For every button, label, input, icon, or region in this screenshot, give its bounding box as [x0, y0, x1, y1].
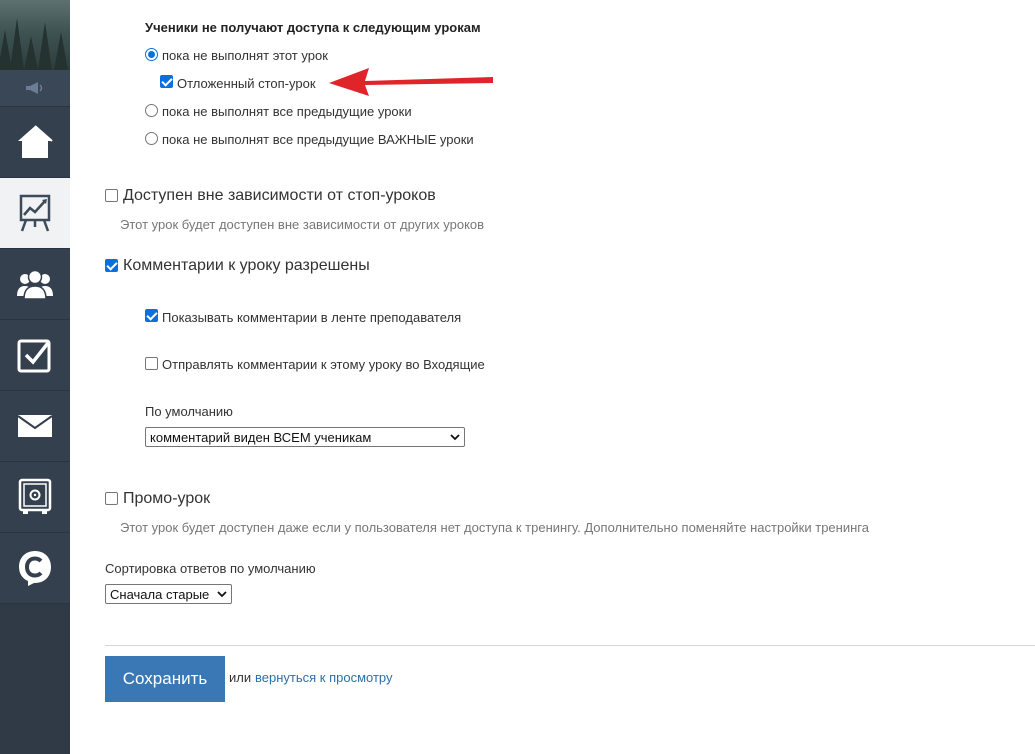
show-in-feed-checkbox[interactable]: [145, 309, 158, 322]
sorting-select[interactable]: Сначала старые: [105, 584, 232, 604]
show-in-feed-label: Показывать комментарии в ленте преподава…: [162, 310, 462, 325]
independent-hint: Этот урок будет доступен вне зависимости…: [120, 217, 485, 232]
access-heading: Ученики не получают доступа к следующим …: [145, 20, 481, 35]
envelope-icon: [17, 415, 53, 437]
sidebar-item-trainings[interactable]: [0, 178, 70, 249]
sidebar-item-users[interactable]: [0, 249, 70, 320]
radio-until-this-lesson-label: пока не выполнят этот урок: [162, 48, 328, 63]
comments-visibility-value: комментарий виден ВСЕМ ученикам: [150, 429, 372, 445]
sidebar-empty-area: [0, 604, 70, 754]
comments-allowed-label: Комментарии к уроку разрешены: [123, 257, 370, 274]
or-text: или: [229, 670, 252, 685]
radio-until-all-important-label: пока не выполнят все предыдущие ВАЖНЫЕ у…: [162, 132, 474, 147]
chat-logo-icon: [19, 551, 51, 586]
comments-allowed-checkbox[interactable]: [105, 259, 118, 272]
users-icon: [17, 269, 53, 300]
sidebar: [0, 0, 70, 754]
sidebar-item-tasks[interactable]: [0, 320, 70, 391]
radio-until-all-previous[interactable]: [145, 104, 158, 117]
sorting-label: Сортировка ответов по умолчанию: [105, 561, 316, 576]
sidebar-item-safe[interactable]: [0, 462, 70, 533]
promo-checkbox[interactable]: [105, 492, 118, 505]
radio-until-this-lesson[interactable]: [145, 48, 158, 61]
promo-label: Промо-урок: [123, 490, 211, 507]
radio-until-all-important[interactable]: [145, 132, 158, 145]
home-icon: [18, 125, 53, 158]
delayed-stop-checkbox[interactable]: [160, 75, 173, 88]
sidebar-item-messages[interactable]: [0, 391, 70, 462]
annotation-arrow: [329, 68, 493, 96]
send-to-inbox-label: Отправлять комментарии к этому уроку во …: [162, 357, 485, 372]
independent-checkbox[interactable]: [105, 189, 118, 202]
promo-hint: Этот урок будет доступен даже если у пол…: [120, 520, 869, 535]
back-to-view-link[interactable]: вернуться к просмотру: [255, 670, 393, 685]
announcements-toggle[interactable]: [0, 70, 70, 107]
checkbox-icon: [17, 339, 51, 373]
save-button[interactable]: Сохранить: [105, 656, 225, 702]
safe-icon: [18, 478, 52, 514]
chevron-down-icon: [450, 434, 460, 441]
comments-visibility-select[interactable]: комментарий виден ВСЕМ ученикам: [145, 427, 465, 447]
chevron-down-icon: [217, 591, 227, 598]
chart-board-icon: [19, 194, 51, 232]
send-to-inbox-checkbox[interactable]: [145, 357, 158, 370]
megaphone-icon: [26, 82, 43, 94]
sidebar-item-home[interactable]: [0, 107, 70, 178]
delayed-stop-label: Отложенный стоп-урок: [177, 76, 316, 91]
independent-label: Доступен вне зависимости от стоп-уроков: [123, 187, 436, 204]
comments-default-label: По умолчанию: [145, 404, 233, 419]
sidebar-header-photo: [0, 0, 70, 70]
radio-until-all-previous-label: пока не выполнят все предыдущие уроки: [162, 104, 412, 119]
sidebar-item-getcourse[interactable]: [0, 533, 70, 604]
form-divider: [105, 645, 1035, 646]
sorting-value: Сначала старые: [110, 586, 210, 602]
